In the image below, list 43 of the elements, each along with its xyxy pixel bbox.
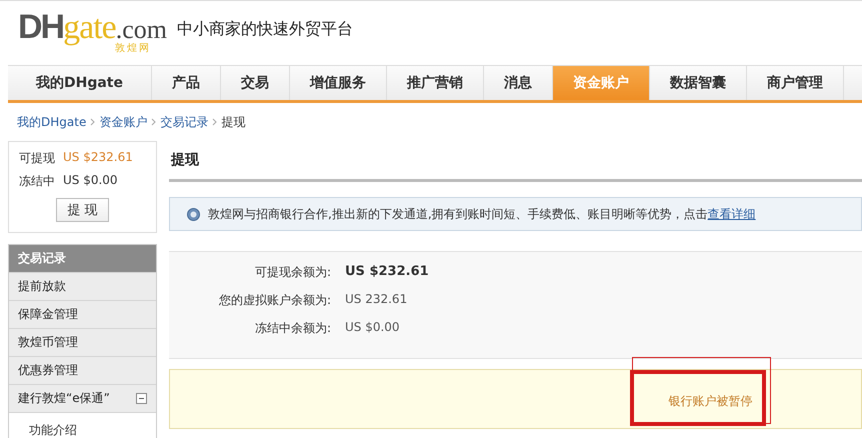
balance-label: 冻结中余额为: — [254, 320, 331, 337]
nav-tab[interactable]: 推广营销 — [387, 66, 484, 100]
menu-item[interactable]: 敦煌币管理 — [9, 328, 156, 356]
submenu-item[interactable]: 功能介绍 — [9, 412, 156, 438]
info-icon — [187, 208, 200, 220]
balance-value: US $0.00 — [63, 173, 118, 189]
nav-tab[interactable]: 交易 — [221, 66, 290, 100]
chevron-icon — [151, 118, 156, 126]
logo-text: DH — [18, 12, 64, 42]
logo-text: gate — [63, 12, 116, 44]
menu-item[interactable]: 保障金管理 — [9, 300, 156, 328]
menu-item-label: 建行敦煌“e保通” — [18, 390, 110, 407]
chevron-icon — [90, 118, 96, 126]
balance-label: 可提现余额为: — [254, 264, 331, 281]
nav-tab[interactable]: 商户管理 — [747, 66, 844, 100]
balance-value: US $232.61 — [345, 264, 430, 281]
withdraw-button[interactable]: 提 现 — [56, 198, 109, 222]
balance-value: US 232.61 — [345, 292, 408, 308]
page-title: 提现 — [169, 141, 862, 182]
menu-header: 交易记录 — [9, 245, 156, 272]
chevron-icon — [212, 118, 218, 126]
nav-tab[interactable]: 增值服务 — [290, 66, 387, 100]
balance-value: US $232.61 — [63, 150, 133, 166]
info-text: 敦煌网与招商银行合作,推出新的下发通道,拥有到账时间短、手续费低、账目明晰等优势，点击查看详细 — [208, 206, 756, 222]
balance-label: 冻结中 — [19, 173, 55, 190]
menu-item[interactable]: 提前放款 — [9, 272, 156, 300]
nav-tab[interactable]: 产品 — [152, 66, 221, 100]
breadcrumb-link[interactable]: 交易记录 — [160, 114, 208, 130]
logo-text: .com — [116, 18, 168, 42]
alert-message: 银行账户被暂停 — [668, 392, 752, 410]
menu-item[interactable]: 建行敦煌“e保通” — [9, 384, 156, 412]
logo-subtitle: 敦煌网 — [115, 44, 152, 54]
nav-tab[interactable]: 数据智囊 — [650, 66, 747, 100]
breadcrumb-current: 提现 — [221, 114, 246, 130]
site-slogan: 中小商家的快速外贸平台 — [177, 18, 354, 40]
breadcrumb-link[interactable]: 我的DHgate — [17, 114, 86, 130]
breadcrumb-link[interactable]: 资金账户 — [99, 114, 148, 130]
balance-label: 您的虚拟账户余额为: — [218, 292, 331, 309]
details-link[interactable]: 查看详细 — [708, 206, 756, 220]
balance-label: 可提现 — [19, 150, 55, 167]
menu-item[interactable]: 优惠券管理 — [9, 356, 156, 384]
nav-tab[interactable]: 我的DHgate — [8, 66, 152, 100]
balance-value: US $0.00 — [345, 320, 401, 336]
